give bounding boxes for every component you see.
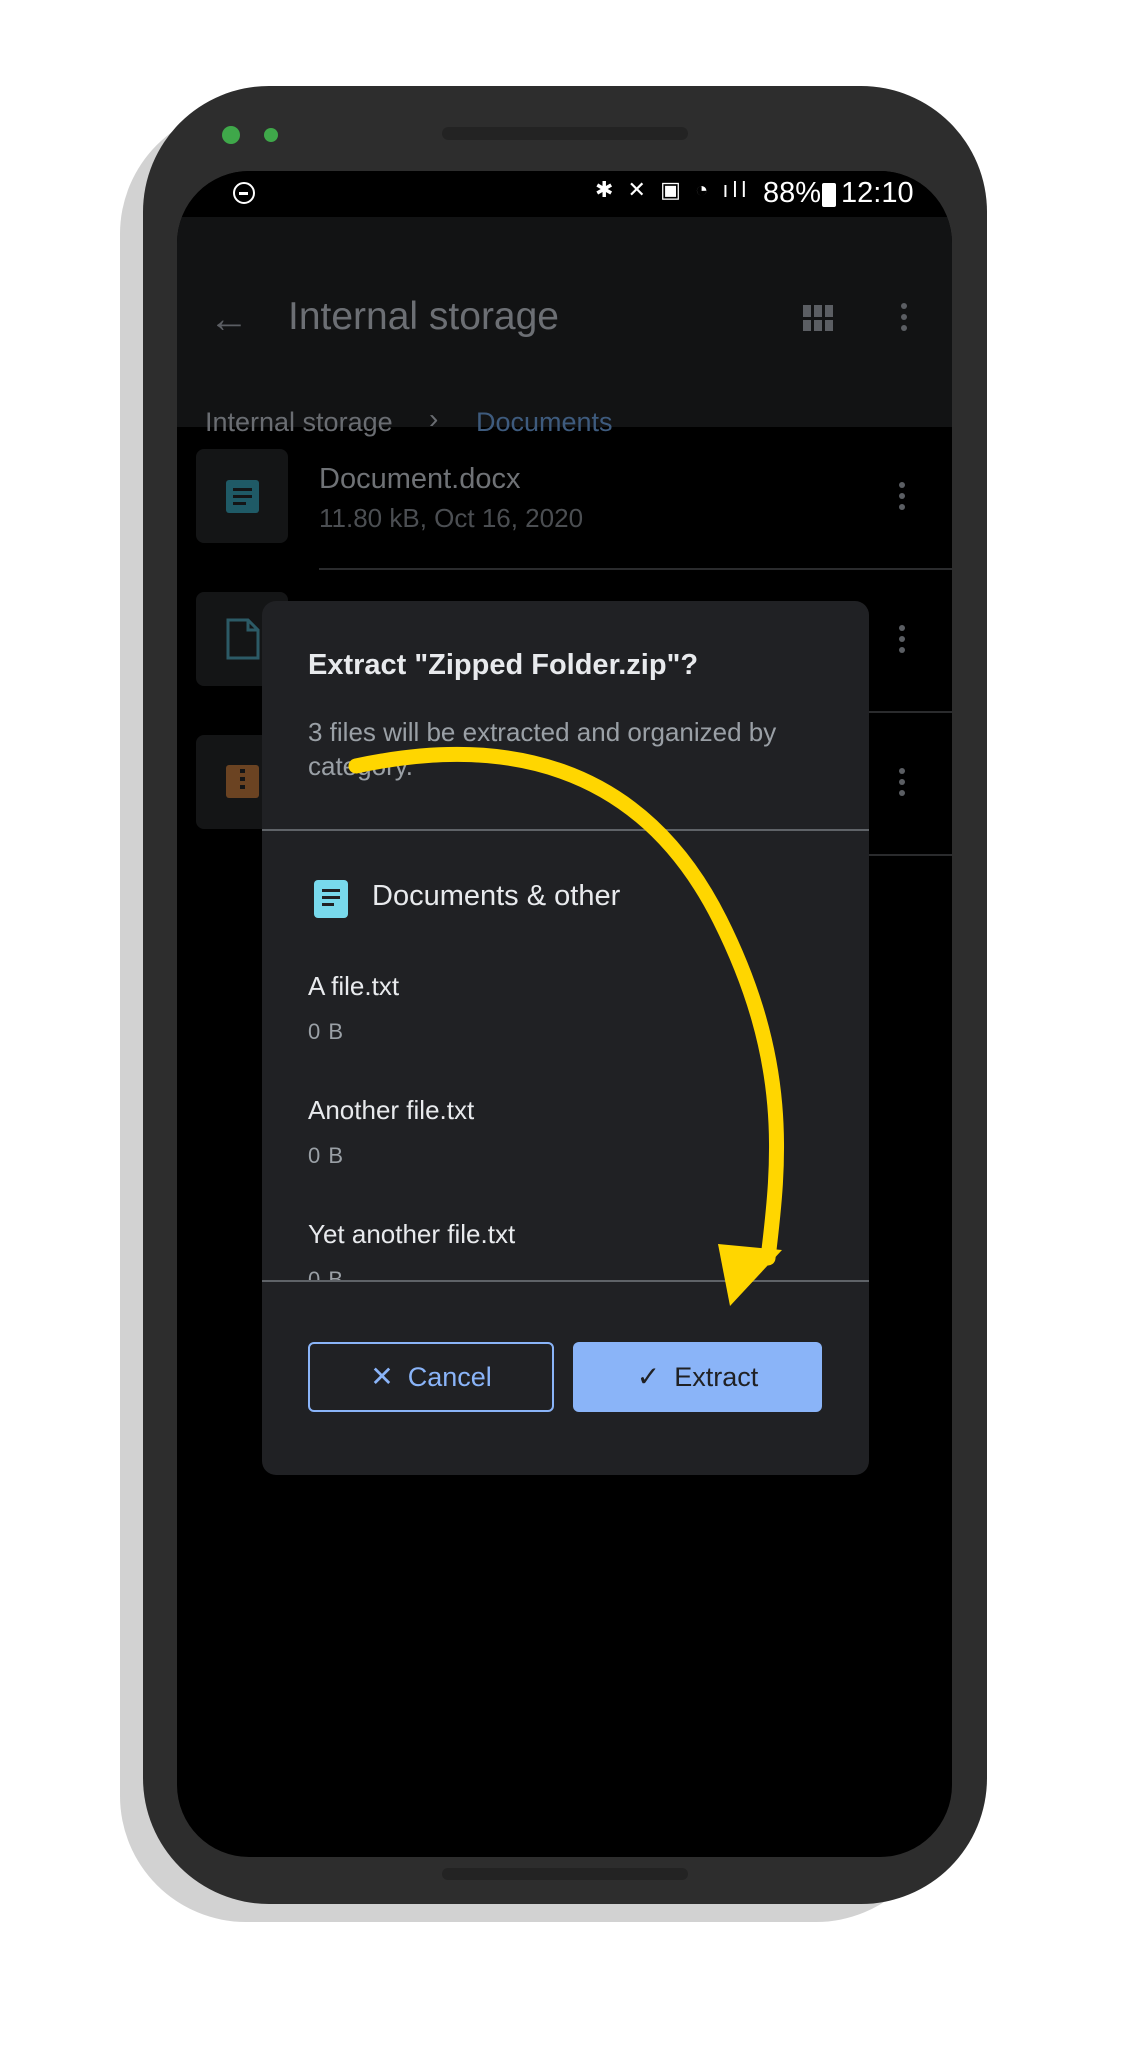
do-not-disturb-icon (233, 182, 255, 204)
extract-label: Extract (674, 1361, 759, 1392)
extract-button[interactable]: ✓ Extract (573, 1342, 822, 1412)
battery-icon (822, 183, 836, 207)
documents-category-icon (314, 880, 348, 918)
entry-size: 0 B (308, 1267, 345, 1280)
page-title: Internal storage (288, 295, 560, 338)
cancel-button[interactable]: ✕ Cancel (308, 1342, 554, 1412)
clock: 12:10 (841, 177, 914, 209)
grid-view-icon[interactable] (803, 305, 833, 331)
front-camera (222, 126, 240, 144)
entry-name: A file.txt (308, 971, 400, 1001)
app-bar: ← Internal storage Internal storage › Do… (177, 217, 952, 437)
section-title: Documents & other (372, 880, 621, 912)
file-list[interactable]: Documents & other A file.txt 0 B Another… (262, 833, 869, 1280)
cancel-label: Cancel (407, 1361, 492, 1392)
document-icon (196, 449, 288, 543)
dialog-message: 3 files will be extracted and organized … (308, 717, 777, 781)
dialog-title: Extract "Zipped Folder.zip"? (308, 649, 699, 681)
entry-size: 0 B (308, 1143, 345, 1168)
close-icon: ✕ (370, 1361, 394, 1392)
earpiece-speaker (442, 127, 688, 140)
back-arrow-icon[interactable]: ← (209, 299, 249, 339)
extract-dialog: Extract "Zipped Folder.zip"? 3 files wil… (262, 601, 869, 1475)
divider (262, 829, 869, 831)
file-menu-icon[interactable] (899, 482, 905, 510)
file-row[interactable]: Document.docx 11.80 kB, Oct 16, 2020 (177, 427, 952, 570)
proximity-sensor (264, 128, 278, 142)
status-bar: ✱ ✕ ▣ ◔ ıll 88% 12:10 (177, 171, 952, 217)
overflow-menu-icon[interactable] (901, 303, 907, 331)
file-menu-icon[interactable] (899, 625, 905, 653)
entry-name: Another file.txt (308, 1095, 475, 1125)
file-menu-icon[interactable] (899, 768, 905, 796)
bottom-speaker (442, 1868, 688, 1880)
check-icon: ✓ (636, 1361, 661, 1392)
divider (262, 1280, 869, 1282)
entry-name: Yet another file.txt (308, 1219, 516, 1249)
entry-size: 0 B (308, 1019, 345, 1044)
battery-percent: 88% (763, 177, 822, 209)
file-meta: 11.80 kB, Oct 16, 2020 (319, 503, 584, 533)
status-icons: ✱ ✕ ▣ ◔ ıll (595, 177, 751, 202)
file-name: Document.docx (319, 463, 521, 495)
